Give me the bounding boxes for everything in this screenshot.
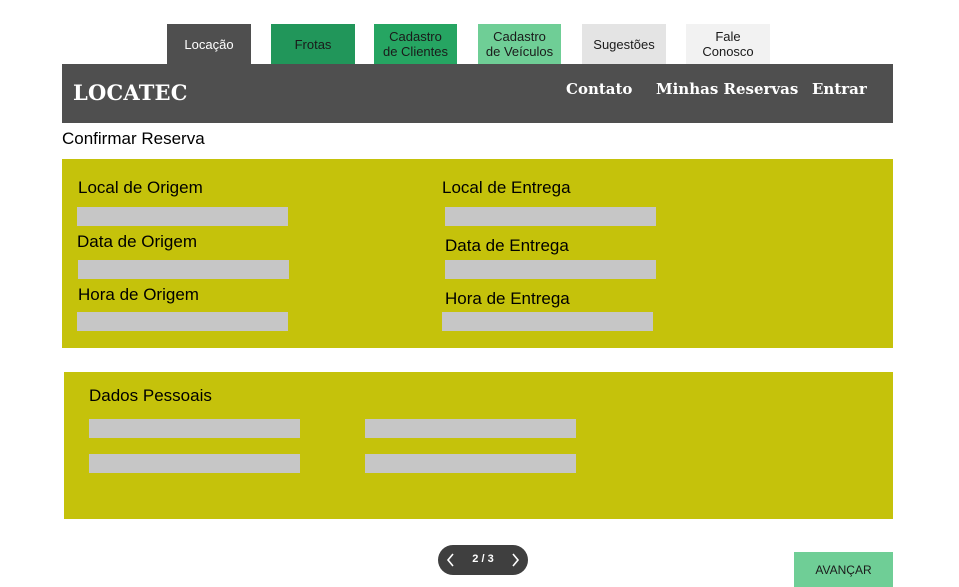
label-local-entrega: Local de Entrega — [442, 178, 571, 197]
nav-entrar[interactable]: Entrar — [812, 80, 867, 98]
label-data-entrega: Data de Entrega — [445, 236, 569, 255]
tab-fale-conosco[interactable]: Fale Conosco — [686, 24, 770, 64]
tab-cadastro-clientes[interactable]: Cadastro de Clientes — [374, 24, 457, 64]
hora-entrega-field[interactable] — [442, 312, 653, 331]
personal-field-4[interactable] — [365, 454, 576, 473]
label-hora-entrega: Hora de Entrega — [445, 289, 570, 308]
label-local-origem: Local de Origem — [78, 178, 203, 197]
advance-button[interactable]: AVANÇAR — [794, 552, 893, 587]
chevron-right-icon[interactable] — [508, 551, 522, 574]
tab-frotas[interactable]: Frotas — [271, 24, 355, 64]
local-origem-field[interactable] — [77, 207, 288, 226]
hora-origem-field[interactable] — [77, 312, 288, 331]
logo[interactable]: LOCATEC — [73, 80, 188, 105]
tab-cadastro-veiculos[interactable]: Cadastro de Veículos — [478, 24, 561, 64]
personal-field-2[interactable] — [365, 419, 576, 438]
personal-data-title: Dados Pessoais — [89, 386, 212, 405]
nav-contato[interactable]: Contato — [566, 80, 632, 98]
data-origem-field[interactable] — [78, 260, 289, 279]
personal-field-1[interactable] — [89, 419, 300, 438]
personal-field-3[interactable] — [89, 454, 300, 473]
label-data-origem: Data de Origem — [77, 232, 197, 251]
local-entrega-field[interactable] — [445, 207, 656, 226]
tab-locacao[interactable]: Locação — [167, 24, 251, 64]
page-title: Confirmar Reserva — [62, 129, 205, 148]
data-entrega-field[interactable] — [445, 260, 656, 279]
pagination-control: 2 / 3 — [438, 545, 528, 575]
nav-minhas-reservas[interactable]: Minhas Reservas — [656, 80, 798, 98]
label-hora-origem: Hora de Origem — [78, 285, 199, 304]
tab-sugestoes[interactable]: Sugestões — [582, 24, 666, 64]
header-bar: LOCATEC Contato Minhas Reservas Entrar — [62, 64, 893, 123]
